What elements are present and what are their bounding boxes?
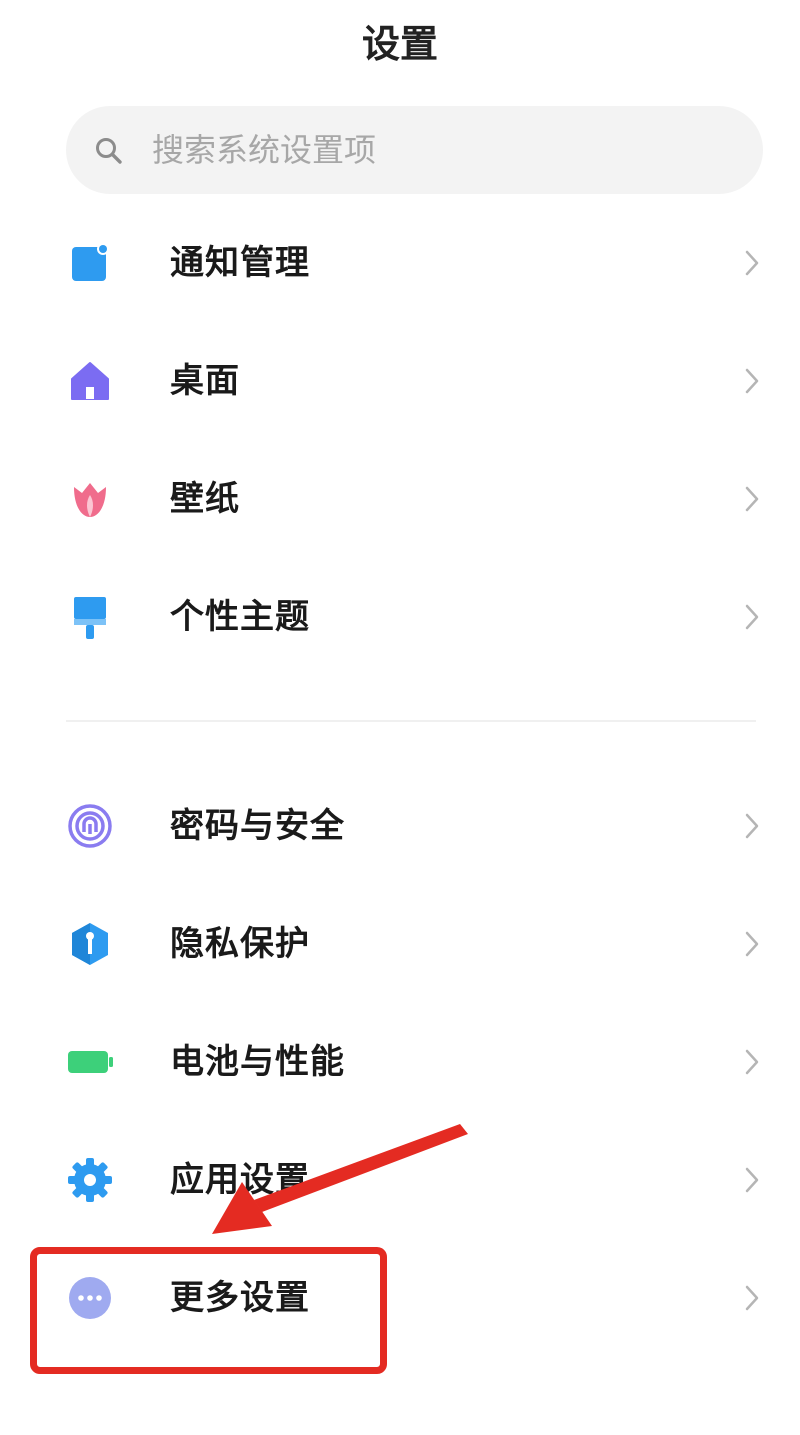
settings-item-battery[interactable]: 电池与性能 — [0, 1012, 800, 1112]
settings-item-apps[interactable]: 应用设置 — [0, 1130, 800, 1230]
settings-item-desktop[interactable]: 桌面 — [0, 331, 800, 431]
settings-item-label: 桌面 — [170, 361, 240, 401]
chevron-right-icon — [745, 604, 759, 630]
settings-item-wallpaper[interactable]: 壁纸 — [0, 449, 800, 549]
search-icon — [96, 138, 122, 164]
brush-icon — [74, 597, 106, 639]
settings-item-label: 通知管理 — [170, 243, 310, 283]
battery-icon — [68, 1051, 113, 1073]
page-title: 设置 — [361, 22, 438, 66]
section-divider — [66, 720, 756, 722]
home-icon — [71, 362, 109, 400]
settings-item-label: 隐私保护 — [170, 924, 310, 964]
fingerprint-icon — [68, 804, 112, 848]
search-input[interactable] — [152, 106, 732, 194]
chevron-right-icon — [745, 368, 759, 394]
chevron-right-icon — [745, 486, 759, 512]
gear-icon — [68, 1158, 112, 1202]
settings-item-privacy[interactable]: 隐私保护 — [0, 894, 800, 994]
chevron-right-icon — [745, 931, 759, 957]
settings-item-label: 个性主题 — [170, 597, 310, 637]
chevron-right-icon — [745, 1285, 759, 1311]
settings-item-password-security[interactable]: 密码与安全 — [0, 776, 800, 876]
settings-item-label: 电池与性能 — [170, 1042, 345, 1082]
settings-item-notifications[interactable]: 通知管理 — [0, 213, 800, 313]
settings-item-label: 密码与安全 — [170, 806, 345, 846]
settings-item-label: 壁纸 — [170, 479, 240, 519]
chevron-right-icon — [745, 250, 759, 276]
highlight-box — [30, 1247, 387, 1374]
settings-item-label: 应用设置 — [170, 1160, 310, 1200]
privacy-shield-icon — [72, 923, 108, 965]
chevron-right-icon — [745, 1167, 759, 1193]
settings-item-themes[interactable]: 个性主题 — [0, 567, 800, 667]
chevron-right-icon — [745, 1049, 759, 1075]
search-bar[interactable] — [66, 106, 763, 194]
notification-icon — [72, 243, 109, 281]
tulip-icon — [74, 483, 106, 517]
chevron-right-icon — [745, 813, 759, 839]
